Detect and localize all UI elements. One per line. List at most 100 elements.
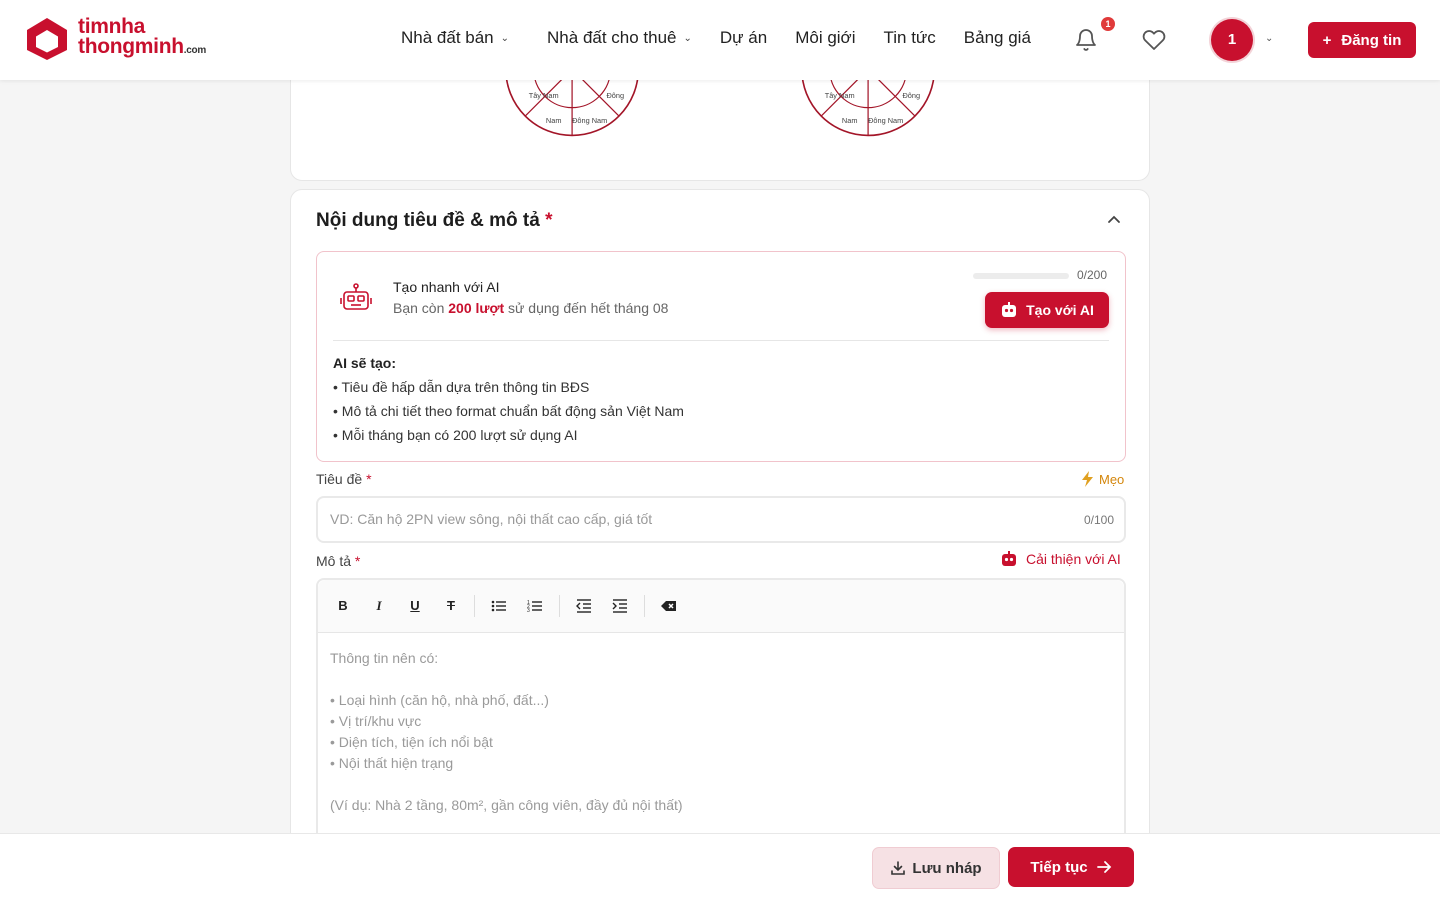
chevron-up-icon[interactable] (1106, 212, 1122, 228)
nav-item-rent[interactable]: Nhà đất cho thuê ⌄ (547, 28, 692, 48)
continue-button[interactable]: Tiếp tục (1008, 847, 1134, 887)
user-avatar[interactable]: 1 (1211, 19, 1253, 61)
continue-label: Tiếp tục (1030, 858, 1088, 876)
placeholder-line: • Diện tích, tiện ích nổi bật (330, 734, 493, 750)
placeholder-line: • Vị trí/khu vực (330, 713, 422, 729)
section-title: Nội dung tiêu đề & mô tả * (316, 210, 553, 231)
title-input[interactable] (330, 511, 1030, 527)
nav-item-projects[interactable]: Dự án (720, 28, 767, 48)
ai-usage-counter: 0/200 (1077, 268, 1108, 282)
numbered-list-icon[interactable]: 123 (526, 597, 544, 615)
action-footer: Lưu nháp Tiếp tục (0, 833, 1440, 900)
nav-item-news[interactable]: Tin tức (883, 28, 935, 48)
nav-item-pricing[interactable]: Bảng giá (964, 28, 1031, 48)
robot-icon (340, 283, 372, 310)
plus-icon: + (1322, 31, 1332, 49)
clear-format-icon[interactable] (660, 597, 678, 615)
chevron-down-icon: ⌄ (500, 32, 510, 44)
nav-item-label: Tin tức (883, 28, 936, 47)
robot-icon (1002, 551, 1016, 566)
divider (333, 340, 1109, 341)
improve-with-ai-button[interactable]: Cải thiện với AI (1000, 551, 1121, 567)
list-item: • Tiêu đề hấp dẫn dựa trên thông tin BĐS (333, 379, 590, 395)
underline-icon[interactable]: U (406, 597, 424, 615)
ai-quick-create-box: Tạo nhanh với AI Bạn còn 200 lượt sử dụn… (316, 251, 1126, 462)
post-listing-label: Đăng tin (1341, 31, 1402, 49)
title-description-card: Nội dung tiêu đề & mô tả * Tạo nhanh với… (290, 189, 1150, 898)
create-with-ai-button[interactable]: Tạo với AI (985, 292, 1109, 328)
download-icon (891, 861, 906, 875)
main-nav: Nhà đất bán ⌄ Nhà đất cho thuê ⌄ Dự án Môi… (401, 28, 1031, 48)
nav-item-label: Dự án (719, 28, 768, 47)
list-item: • Mỗi tháng bạn có 200 lượt sử dụng AI (333, 427, 578, 443)
required-mark: * (354, 553, 361, 569)
heart-icon[interactable] (1142, 28, 1166, 52)
title-input-wrapper: 0/100 (316, 496, 1126, 543)
compass-label-sw: Tây Nam (529, 91, 559, 100)
placeholder-line: (Ví dụ: Nhà 2 tầng, 80m², gần công viên,… (330, 797, 683, 813)
placeholder-line (330, 669, 683, 690)
required-mark: * (545, 210, 553, 231)
tips-label: Mẹo (1099, 471, 1125, 487)
compass-label-e: Đông (606, 91, 624, 100)
compass-label-sw: Tây Nam (825, 91, 855, 100)
ai-title: Tạo nhanh với AI (393, 279, 500, 295)
placeholder-line: • Loại hình (căn hộ, nhà phố, đất...) (330, 692, 549, 708)
nav-item-label: Bảng giá (963, 28, 1031, 47)
chevron-down-icon[interactable]: ⌄ (1265, 33, 1273, 44)
brand-line-1: timnha (78, 15, 146, 38)
required-mark: * (366, 471, 372, 487)
description-textarea[interactable]: Thông tin nên có: • Loại hình (căn hộ, n… (330, 648, 683, 816)
ai-feature-list: • Tiêu đề hấp dẫn dựa trên thông tin BĐS… (333, 378, 684, 450)
italic-icon[interactable]: I (370, 597, 388, 615)
ai-usage-text: Bạn còn 200 lượt sử dụng đến hết tháng 0… (393, 300, 669, 316)
save-draft-label: Lưu nháp (912, 859, 982, 877)
bold-icon[interactable]: B (334, 597, 352, 615)
notification-badge: 1 (1101, 17, 1115, 31)
nav-item-brokers[interactable]: Môi giới (795, 28, 855, 48)
chevron-down-icon: ⌄ (683, 32, 692, 44)
arrow-right-icon (1096, 861, 1111, 873)
svg-text:3: 3 (527, 608, 530, 614)
toolbar-separator (644, 595, 645, 617)
title-label: Tiêu đề * (316, 471, 372, 487)
brand-line-2: thongminh.com (78, 35, 206, 58)
improve-with-ai-label: Cải thiện với AI (1026, 551, 1121, 567)
ai-will-create-heading: AI sẽ tạo: (333, 355, 397, 371)
create-with-ai-label: Tạo với AI (1026, 302, 1094, 318)
lightning-icon (1082, 471, 1093, 487)
placeholder-line: • Nội thất hiện trạng (330, 755, 454, 771)
compass-label-e: Đông (902, 91, 920, 100)
post-listing-button[interactable]: + Đăng tin (1308, 22, 1416, 58)
robot-icon (1002, 302, 1017, 317)
brand-logo[interactable]: timnha thongminh.com (24, 16, 206, 62)
toolbar-separator (474, 595, 475, 617)
bell-icon[interactable] (1074, 28, 1098, 52)
editor-toolbar: B I U T 123 (318, 580, 1124, 633)
placeholder-line: Thông tin nên có: (330, 650, 439, 666)
indent-icon[interactable] (611, 597, 629, 615)
toolbar-separator (559, 595, 560, 617)
description-label: Mô tả * (316, 553, 361, 569)
nav-item-label: Nhà đất cho thuê (547, 28, 677, 47)
list-item: • Mô tả chi tiết theo format chuẩn bất đ… (333, 403, 684, 419)
ai-remaining-count: 200 lượt (448, 300, 505, 316)
brand-suffix: .com (183, 45, 206, 56)
placeholder-line (330, 774, 683, 795)
outdent-icon[interactable] (575, 597, 593, 615)
compass-label-se: Đông Nam (572, 116, 607, 125)
compass-label-se: Đông Nam (868, 116, 903, 125)
nav-item-label: Nhà đất bán (401, 28, 494, 47)
tips-link[interactable]: Mẹo (1081, 471, 1124, 487)
nav-item-label: Môi giới (795, 28, 856, 47)
title-char-counter: 0/100 (1083, 513, 1114, 527)
bullet-list-icon[interactable] (490, 597, 508, 615)
compass-label-s: Nam (546, 116, 562, 125)
top-header: timnha thongminh.com Nhà đất bán ⌄ Nhà đấ… (0, 0, 1440, 80)
compass-label-s: Nam (842, 116, 858, 125)
strikethrough-icon[interactable]: T (442, 597, 460, 615)
ai-usage-progress (973, 273, 1069, 279)
house-logo-icon (27, 18, 67, 60)
nav-item-sale[interactable]: Nhà đất bán ⌄ (401, 28, 509, 48)
save-draft-button[interactable]: Lưu nháp (872, 847, 1000, 889)
